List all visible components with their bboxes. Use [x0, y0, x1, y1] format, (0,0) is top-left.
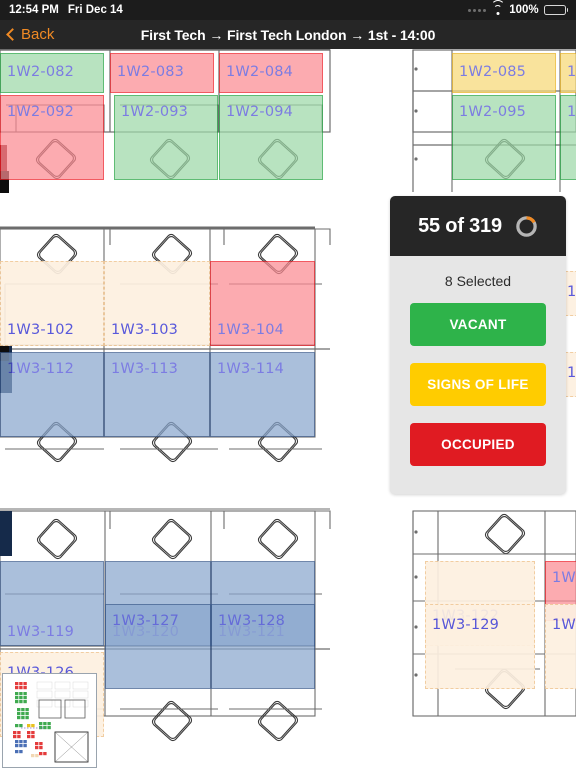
desk-label: 1W2-082	[7, 64, 75, 80]
progress-ring-icon	[516, 215, 537, 237]
desk-label: 1W3-105	[567, 284, 576, 300]
desk-label: 1W3-129	[432, 617, 500, 633]
desk-label: 1W2-084	[226, 64, 294, 80]
desk-label: 1W2-092	[7, 104, 75, 120]
desk-label: 1W2-094	[226, 104, 294, 120]
desk-1W2-084[interactable]: 1W2-084	[219, 53, 323, 93]
status-bar-battery-percent: 100%	[509, 4, 539, 16]
wifi-icon	[490, 0, 505, 15]
chevron-left-icon	[6, 28, 19, 41]
desk-1W2-092[interactable]: 1W2-092	[0, 95, 104, 180]
desk-label: 1W3-114	[217, 361, 285, 377]
vacant-button[interactable]: VACANT	[410, 303, 546, 346]
desk-1W3-127[interactable]: 1W3-127	[105, 604, 211, 689]
desk-1W3-113[interactable]: 1W3-113	[104, 352, 210, 437]
desk-label: 1W2-083	[117, 64, 185, 80]
desk-1W3-104[interactable]: 1W3-104	[210, 261, 315, 346]
occupied-button[interactable]: OCCUPIED	[410, 423, 546, 466]
desk-1W2-096[interactable]: 1W2-096	[560, 95, 576, 180]
desk-label: 1W2-096	[567, 104, 576, 120]
desk-1W2-085[interactable]: 1W2-085	[452, 53, 556, 93]
desk-label: 1W3-127	[112, 613, 180, 629]
floor-overview-minimap[interactable]	[2, 673, 97, 768]
status-action-buttons[interactable]: VACANT SIGNS OF LIFE OCCUPIED	[390, 303, 566, 466]
desk-label: 1W3-123	[552, 570, 576, 586]
desk-label: 1W3-128	[218, 613, 286, 629]
minimap-graphic	[3, 674, 96, 767]
battery-full-icon	[543, 4, 568, 16]
panel-header: 55 of 319	[390, 196, 566, 256]
back-button[interactable]: Back	[6, 20, 55, 49]
desk-1W2-082[interactable]: 1W2-082	[0, 53, 104, 93]
survey-progress-count: 55 of 319	[418, 214, 502, 237]
signs-of-life-button[interactable]: SIGNS OF LIFE	[410, 363, 546, 406]
desk-1W3-130[interactable]: 1W3-130	[545, 604, 576, 689]
desk-label: 1W3-102	[7, 322, 75, 338]
survey-status-panel[interactable]: 55 of 319 8 Selected VACANT SIGNS OF LIFE…	[390, 196, 566, 494]
desk-label: 1W3-112	[7, 361, 75, 377]
desk-1W3-128[interactable]: 1W3-128	[211, 604, 315, 689]
desk-1W3-119[interactable]: 1W3-119	[0, 561, 104, 646]
desk-label: 1W3-104	[217, 322, 285, 338]
desk-label: 1W2-085	[459, 64, 527, 80]
selected-count-label: 8 Selected	[444, 273, 512, 289]
desk-1W3-114[interactable]: 1W3-114	[210, 352, 315, 437]
desk-label: 1W3-115	[567, 365, 576, 381]
signal-dots-icon	[468, 8, 487, 12]
desk-label: 1W3-119	[7, 624, 75, 640]
back-button-label: Back	[21, 26, 55, 43]
desk-1W3-129[interactable]: 1W3-129	[425, 604, 535, 689]
desk-1W2-086[interactable]: 1W2-086	[560, 53, 576, 93]
status-bar-time: 12:54 PM	[9, 4, 59, 16]
desk-1W3-103[interactable]: 1W3-103	[104, 261, 210, 346]
desk-label: 1W2-093	[121, 104, 189, 120]
desk-1W2-093[interactable]: 1W2-093	[114, 95, 218, 180]
desk-1W2-094[interactable]: 1W2-094	[219, 95, 323, 180]
ios-status-bar: 12:54 PM Fri Dec 14 100%	[0, 0, 576, 20]
desk-1W2-095[interactable]: 1W2-095	[452, 95, 556, 180]
desk-label: 1W3-130	[552, 617, 576, 633]
desk-label: 1W2-086	[567, 64, 576, 80]
desk-1W3-102[interactable]: 1W3-102	[0, 261, 104, 346]
status-bar-date: Fri Dec 14	[67, 4, 123, 16]
desk-label: 1W2-095	[459, 104, 527, 120]
navigation-bar: Back First Tech → First Tech London → 1s…	[0, 20, 576, 49]
desk-label: 1W3-113	[111, 361, 179, 377]
page-title: First Tech → First Tech London → 1st - 1…	[140, 26, 436, 43]
desk-label: 1W3-103	[111, 322, 179, 338]
desk-1W2-083[interactable]: 1W2-083	[110, 53, 214, 93]
desk-1W3-112[interactable]: 1W3-112	[0, 352, 104, 437]
